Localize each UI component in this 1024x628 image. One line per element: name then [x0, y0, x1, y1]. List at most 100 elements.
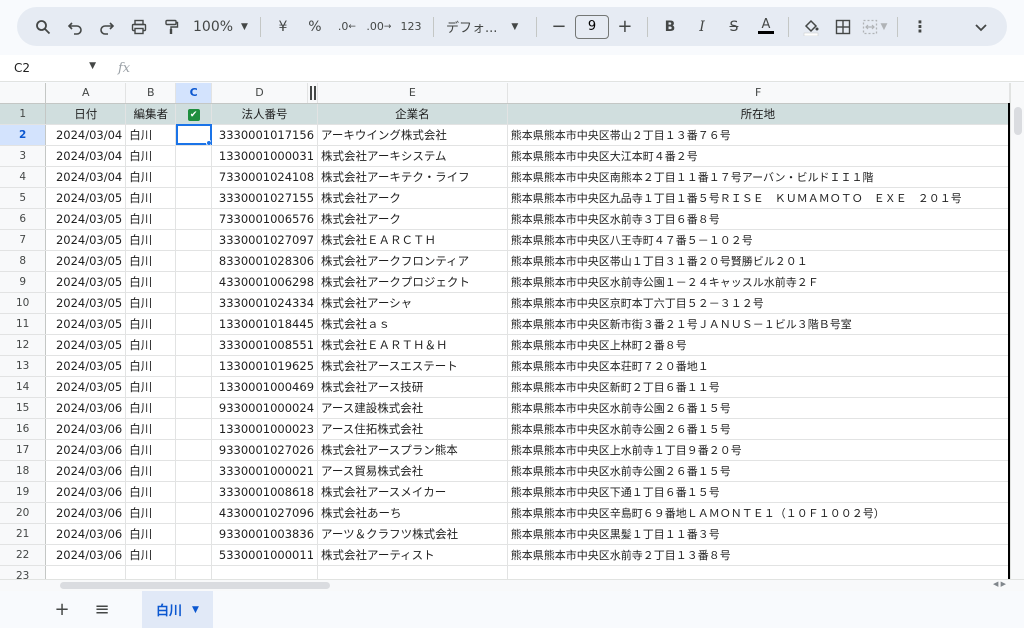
cell-address[interactable]: 熊本県熊本市中央区帯山１丁目３１番２０号賢勝ビル２０１ [507, 250, 1010, 272]
cell-address[interactable]: 熊本県熊本市中央区下通１丁目６番１５号 [507, 481, 1010, 503]
row-header[interactable]: 23 [0, 565, 47, 579]
font-size-decrease-button[interactable]: − [543, 13, 575, 41]
cell-checkbox[interactable] [175, 334, 213, 356]
cell-editor[interactable]: 白川 [125, 271, 177, 293]
row-header[interactable]: 9 [0, 271, 47, 293]
header-cell-address[interactable]: 所在地 [507, 103, 1010, 125]
cell-editor[interactable]: 白川 [125, 250, 177, 272]
fill-handle[interactable] [206, 139, 211, 144]
formula-input[interactable] [140, 55, 1024, 81]
cell-company[interactable]: 株式会社ＥＡＲＣＴＨ [317, 229, 508, 251]
row-header[interactable]: 21 [0, 523, 47, 545]
cell-checkbox[interactable] [175, 124, 213, 146]
cell-corporate-number[interactable]: 1330001018445 [211, 313, 319, 335]
cell-editor[interactable]: 白川 [125, 397, 177, 419]
cell-address[interactable]: 熊本県熊本市中央区新市街３番２１号ＪＡＮＵＳ－１ビル３階Ｂ号室 [507, 313, 1010, 335]
cell-corporate-number[interactable]: 5330001000011 [211, 544, 319, 566]
row-header[interactable]: 4 [0, 166, 47, 188]
cell-checkbox[interactable] [175, 292, 213, 314]
search-icon[interactable] [27, 13, 59, 41]
header-cell-checkbox[interactable]: ✔ [175, 103, 213, 125]
cell-date[interactable] [45, 565, 127, 579]
row-header[interactable]: 1 [0, 103, 47, 125]
vertical-scrollbar[interactable] [1010, 83, 1024, 579]
cell-date[interactable]: 2024/03/05 [45, 187, 127, 209]
borders-icon[interactable] [827, 13, 859, 41]
cell-date[interactable]: 2024/03/05 [45, 271, 127, 293]
header-cell-date[interactable]: 日付 [45, 103, 127, 125]
cell-date[interactable]: 2024/03/06 [45, 523, 127, 545]
row-header[interactable]: 12 [0, 334, 47, 356]
cell-checkbox[interactable] [175, 187, 213, 209]
row-header[interactable]: 2 [0, 124, 47, 146]
header-cell-number[interactable]: 法人番号 [211, 103, 319, 125]
cell-editor[interactable]: 白川 [125, 439, 177, 461]
cell-checkbox[interactable] [175, 313, 213, 335]
cell-corporate-number[interactable]: 1330001000469 [211, 376, 319, 398]
cell-checkbox[interactable] [175, 397, 213, 419]
cell-corporate-number[interactable]: 3330001000021 [211, 460, 319, 482]
cell-checkbox[interactable] [175, 229, 213, 251]
cell-date[interactable]: 2024/03/06 [45, 397, 127, 419]
cell-editor[interactable]: 白川 [125, 355, 177, 377]
cell-date[interactable]: 2024/03/05 [45, 229, 127, 251]
cell-checkbox[interactable] [175, 481, 213, 503]
cell-checkbox[interactable] [175, 439, 213, 461]
row-header[interactable]: 18 [0, 460, 47, 482]
cell-address[interactable]: 熊本県熊本市中央区水前寺２丁目１３番８号 [507, 544, 1010, 566]
cell-address[interactable]: 熊本県熊本市中央区九品寺１丁目１番５号ＲＩＳＥ ＫＵＭＡＭＯＴＯ ＥＸＥ ２０１… [507, 187, 1010, 209]
format-123-button[interactable]: 123 [395, 13, 427, 41]
cell-corporate-number[interactable]: 4330001006298 [211, 271, 319, 293]
row-header[interactable]: 7 [0, 229, 47, 251]
cell-address[interactable]: 熊本県熊本市中央区京町本丁六丁目５２－３１２号 [507, 292, 1010, 314]
cell-company[interactable]: 株式会社アーク [317, 187, 508, 209]
cell-company[interactable]: 株式会社アースプラン熊本 [317, 439, 508, 461]
cell-company[interactable]: 株式会社アーキテク・ライフ [317, 166, 508, 188]
cell-company[interactable] [317, 565, 508, 579]
cell-company[interactable]: アーキウイング株式会社 [317, 124, 508, 146]
collapse-icon[interactable] [965, 13, 997, 41]
cell-checkbox[interactable] [175, 502, 213, 524]
header-cell-editor[interactable]: 編集者 [125, 103, 177, 125]
cell-address[interactable]: 熊本県熊本市中央区大江本町４番２号 [507, 145, 1010, 167]
more-icon[interactable]: ⋮ [904, 13, 936, 41]
column-resize-handle[interactable] [307, 83, 319, 104]
cell-company[interactable]: 株式会社アースメイカー [317, 481, 508, 503]
percent-button[interactable]: % [299, 13, 331, 41]
cell-checkbox[interactable] [175, 376, 213, 398]
cell-editor[interactable]: 白川 [125, 502, 177, 524]
cell-corporate-number[interactable]: 7330001024108 [211, 166, 319, 188]
horizontal-scrollbar[interactable]: ◀ ▶ [0, 579, 1024, 591]
cell-checkbox[interactable] [175, 166, 213, 188]
cell-address[interactable]: 熊本県熊本市中央区水前寺公園２６番１５号 [507, 460, 1010, 482]
cell-checkbox[interactable] [175, 250, 213, 272]
column-header-d[interactable]: D [211, 83, 309, 104]
cell-corporate-number[interactable]: 1330001019625 [211, 355, 319, 377]
cell-corporate-number[interactable]: 3330001027155 [211, 187, 319, 209]
merge-icon[interactable]: ▼ [859, 13, 891, 41]
row-header[interactable]: 11 [0, 313, 47, 335]
strikethrough-icon[interactable]: S [718, 13, 750, 41]
redo-icon[interactable] [91, 13, 123, 41]
cell-company[interactable]: アース貿易株式会社 [317, 460, 508, 482]
cell-corporate-number[interactable]: 3330001024334 [211, 292, 319, 314]
cell-checkbox[interactable] [175, 208, 213, 230]
cell-company[interactable]: アース建設株式会社 [317, 397, 508, 419]
cell-address[interactable]: 熊本県熊本市中央区上林町２番８号 [507, 334, 1010, 356]
cell-address[interactable]: 熊本県熊本市中央区南熊本２丁目１１番１７号アーバン・ビルドＩＩ１階 [507, 166, 1010, 188]
cell-company[interactable]: 株式会社アース技研 [317, 376, 508, 398]
cell-corporate-number[interactable]: 3330001027097 [211, 229, 319, 251]
cell-corporate-number[interactable]: 9330001003836 [211, 523, 319, 545]
cell-editor[interactable]: 白川 [125, 292, 177, 314]
cell-address[interactable]: 熊本県熊本市中央区水前寺公園２６番１５号 [507, 397, 1010, 419]
cell-editor[interactable]: 白川 [125, 376, 177, 398]
italic-icon[interactable]: I [686, 13, 718, 41]
cell-date[interactable]: 2024/03/06 [45, 460, 127, 482]
cell-address[interactable]: 熊本県熊本市中央区黒髪１丁目１１番３号 [507, 523, 1010, 545]
cell-checkbox[interactable] [175, 523, 213, 545]
cell-checkbox[interactable] [175, 271, 213, 293]
cell-address[interactable]: 熊本県熊本市中央区新町２丁目６番１１号 [507, 376, 1010, 398]
cell-address[interactable]: 熊本県熊本市中央区水前寺公園２６番１５号 [507, 418, 1010, 440]
cell-company[interactable]: 株式会社アーキシステム [317, 145, 508, 167]
column-header-e[interactable]: E [317, 83, 508, 104]
